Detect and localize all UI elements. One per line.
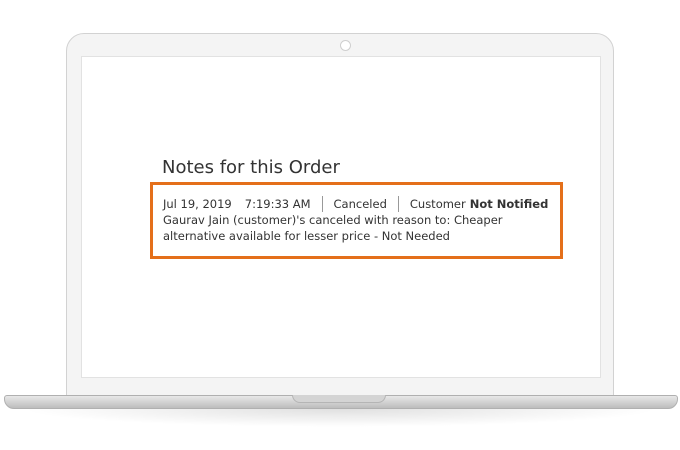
notified-status: Not Notified	[469, 197, 549, 211]
order-note-highlight: Jul 19, 2019 7:19:33 AM Canceled Custome…	[150, 182, 563, 259]
laptop-shadow	[20, 409, 660, 427]
note-time: 7:19:33 AM	[244, 197, 311, 211]
note-status: Canceled	[333, 197, 387, 211]
laptop-mockup: Notes for this Order Jul 19, 2019 7:19:3…	[0, 0, 680, 450]
note-meta-row: Jul 19, 2019 7:19:33 AM Canceled Custome…	[163, 196, 550, 212]
note-date: Jul 19, 2019	[163, 197, 232, 211]
note-comment: Gaurav Jain (customer)'s canceled with r…	[163, 213, 503, 243]
notes-title: Notes for this Order	[162, 157, 340, 178]
laptop-base-notch	[292, 395, 386, 403]
divider	[321, 196, 323, 212]
camera-icon	[340, 40, 351, 51]
divider	[397, 196, 399, 212]
customer-label: Customer	[409, 197, 466, 211]
